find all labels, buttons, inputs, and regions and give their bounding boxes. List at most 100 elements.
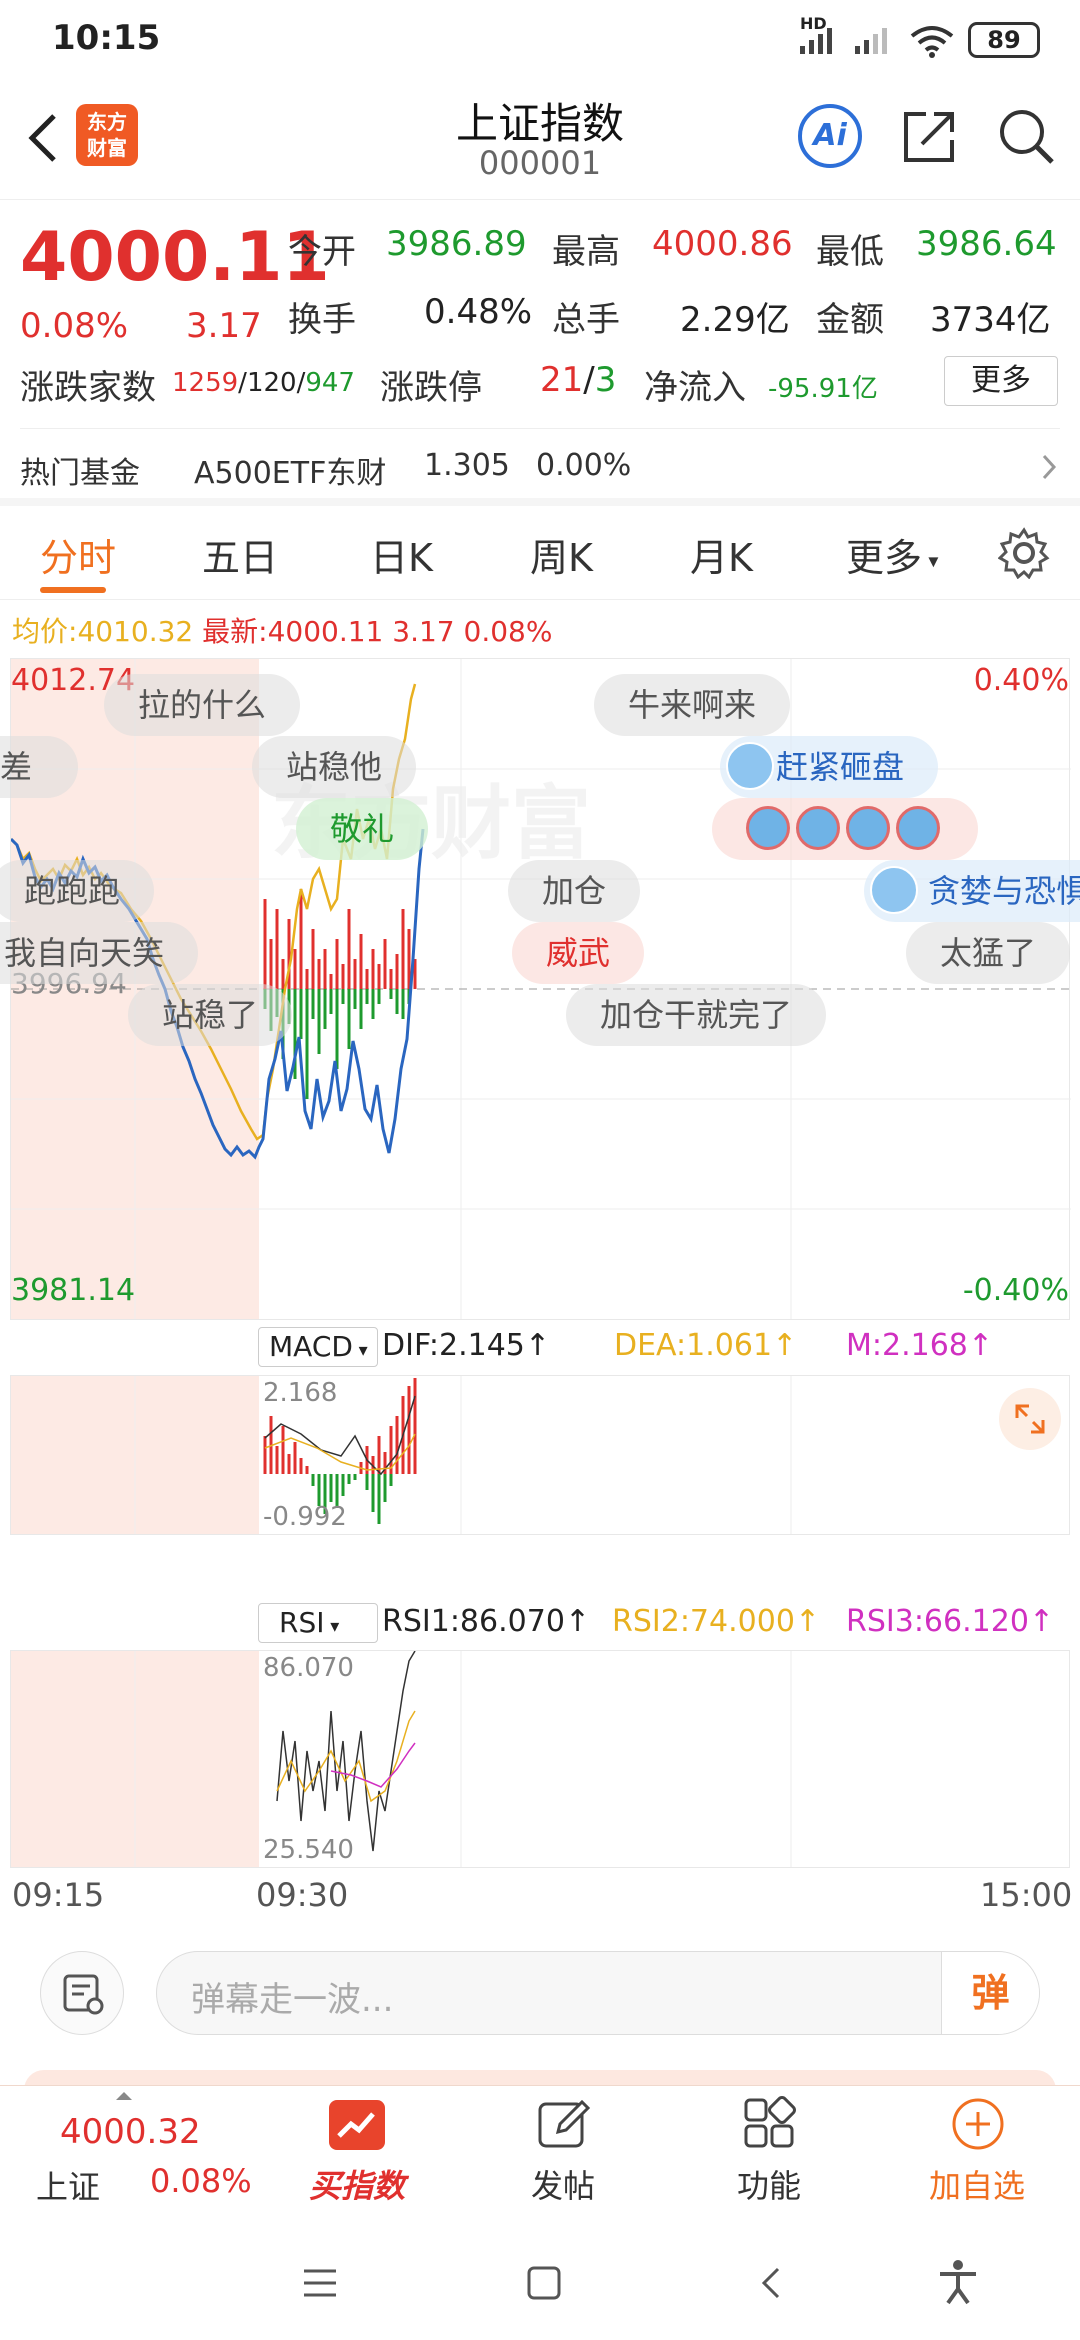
ai-button[interactable]: Ai (798, 104, 862, 168)
clock: 10:15 (52, 18, 161, 58)
turnover-label: 换手 (288, 300, 356, 340)
danmaku-bubble[interactable]: 敬礼 (296, 798, 429, 860)
danmaku-bubble[interactable]: 跑跑跑 (0, 860, 155, 922)
limit-label: 涨跌停 (380, 368, 482, 408)
crying-emoji-icon (846, 806, 890, 850)
low-label: 最低 (816, 232, 884, 272)
macd-panel: 2.168 -0.992 (10, 1375, 1070, 1535)
rsi3-value: RSI3:66.120↑ (846, 1604, 1055, 1639)
danmaku-send-button[interactable]: 弹 (941, 1952, 1039, 2034)
system-nav-bar (0, 2215, 1080, 2340)
accessibility-icon[interactable] (936, 2259, 980, 2305)
buy-index-label: 买指数 (308, 2167, 405, 2205)
tab-five-day[interactable]: 五日 (202, 527, 278, 582)
danmaku-settings-button[interactable] (40, 1951, 124, 2035)
rsi1-value: RSI1:86.070↑ (382, 1604, 591, 1639)
danmaku-bubble[interactable]: 贪婪与恐惧 (864, 860, 1080, 922)
danmaku-bubble[interactable]: 加仓干就完了 (566, 984, 827, 1046)
macd-dif: DIF:2.145↑ (382, 1328, 551, 1363)
rsi-panel: 86.070 25.540 (10, 1650, 1070, 1868)
adv-dec-label: 涨跌家数 (20, 368, 156, 408)
high-label: 最高 (552, 232, 620, 272)
macd-selector[interactable]: MACD ▾ (258, 1327, 378, 1367)
intraday-chart[interactable]: 均价:4010.32 最新:4000.11 3.17 0.08% 东方财富 40… (0, 600, 1080, 1920)
battery-icon: 89 (968, 22, 1040, 58)
chevron-right-icon (1042, 454, 1057, 480)
settings-icon[interactable] (998, 527, 1050, 579)
danmaku-bubble[interactable]: 牛来啊来 (594, 674, 791, 736)
rsi-axis-min: 25.540 (263, 1835, 354, 1865)
pct-axis-max: 0.40% (973, 663, 1069, 698)
change-percent: 0.08% (20, 306, 129, 346)
tab-monthly-k[interactable]: 月K (690, 527, 753, 582)
rsi-svg (134, 1651, 792, 1867)
grid-icon (744, 2096, 796, 2148)
rsi-selector[interactable]: RSI ▾ (258, 1603, 378, 1643)
trend-chart-icon (329, 2100, 385, 2150)
ticker-percent: 0.08% (150, 2162, 252, 2200)
wifi-icon (910, 26, 954, 58)
danmaku-bubble[interactable]: 站稳他 (252, 736, 417, 798)
more-button[interactable]: 更多 (944, 356, 1058, 406)
fund-percent: 0.00% (536, 448, 632, 483)
price-legend: 均价:4010.32 最新:4000.11 3.17 0.08% (12, 615, 553, 648)
search-icon[interactable] (994, 104, 1058, 168)
danmaku-bubble[interactable]: 加仓 (508, 860, 641, 922)
tab-more[interactable]: 更多 ▾ (846, 527, 938, 582)
danmaku-bubble[interactable]: 差 (0, 736, 79, 798)
signal-icon (800, 28, 887, 54)
fund-name: A500ETF东财 (194, 456, 387, 491)
rsi2-value: RSI2:74.000↑ (612, 1604, 821, 1639)
macd-svg (134, 1376, 792, 1534)
amount-value: 3734亿 (930, 300, 1051, 340)
open-value: 3986.89 (386, 224, 527, 264)
tab-intraday[interactable]: 分时 (40, 527, 116, 582)
time-label-start: 09:15 (12, 1876, 105, 1914)
ticker-price: 4000.32 (60, 2112, 201, 2152)
hot-fund-row[interactable]: 热门基金 A500ETF东财 1.305 0.00% (0, 428, 1080, 498)
rabbit-avatar-icon (726, 742, 774, 790)
index-ticker[interactable]: 4000.32 上证 0.08% (0, 2086, 280, 2216)
tab-daily-k[interactable]: 日K (370, 527, 433, 582)
expand-button[interactable] (999, 1388, 1061, 1450)
period-tabs: 分时 五日 日K 周K 月K 更多 ▾ (0, 505, 1080, 600)
emoji-bubble[interactable] (712, 798, 978, 860)
fund-price: 1.305 (424, 448, 510, 483)
rabbit-avatar-icon (870, 866, 918, 914)
status-bar: 10:15 HD 89 (0, 0, 1080, 80)
danmaku-bubble[interactable]: 我自向天笑 (0, 922, 199, 984)
share-icon[interactable] (900, 106, 960, 166)
back-icon[interactable] (20, 108, 64, 168)
page-title: 上证指数 (455, 99, 624, 148)
inflow-label: 净流入 (644, 368, 746, 408)
danmaku-input-bar: 弹幕走一波... 弹 (0, 1925, 1080, 2080)
danmaku-bubble[interactable]: 赶紧砸盘 (720, 736, 939, 798)
danmaku-bubble[interactable]: 站稳了 (128, 984, 293, 1046)
price-axis-min: 3981.14 (11, 1273, 136, 1308)
inflow-value: -95.91亿 (768, 374, 878, 404)
adv-dec-value: 1259/120/947 (172, 368, 355, 398)
crying-emoji-icon (746, 806, 790, 850)
back-nav-icon[interactable] (752, 2263, 792, 2303)
add-watchlist-label: 加自选 (928, 2167, 1025, 2205)
time-label-open: 09:30 (256, 1876, 349, 1914)
macd-axis-min: -0.992 (263, 1502, 347, 1532)
menu-icon[interactable] (300, 2265, 340, 2301)
home-icon[interactable] (524, 2263, 564, 2303)
post-label: 发帖 (530, 2167, 595, 2205)
danmaku-bubble[interactable]: 拉的什么 (104, 674, 301, 736)
danmaku-bubble[interactable]: 太猛了 (906, 922, 1071, 984)
macd-dea: DEA:1.061↑ (614, 1328, 798, 1363)
stock-code: 000001 (478, 144, 602, 182)
caret-up-icon (116, 2092, 132, 2100)
hot-fund-label: 热门基金 (20, 456, 140, 491)
app-logo: 东方 财富 (76, 104, 138, 166)
edit-icon (538, 2099, 591, 2148)
danmaku-input[interactable]: 弹幕走一波... 弹 (156, 1951, 1040, 2035)
danmaku-bubble[interactable]: 威武 (512, 922, 645, 984)
danmaku-list-icon (63, 1974, 104, 2015)
volume-label: 总手 (552, 300, 620, 340)
volume-bars (263, 889, 417, 1099)
tab-weekly-k[interactable]: 周K (530, 527, 593, 582)
amount-label: 金额 (816, 300, 884, 340)
